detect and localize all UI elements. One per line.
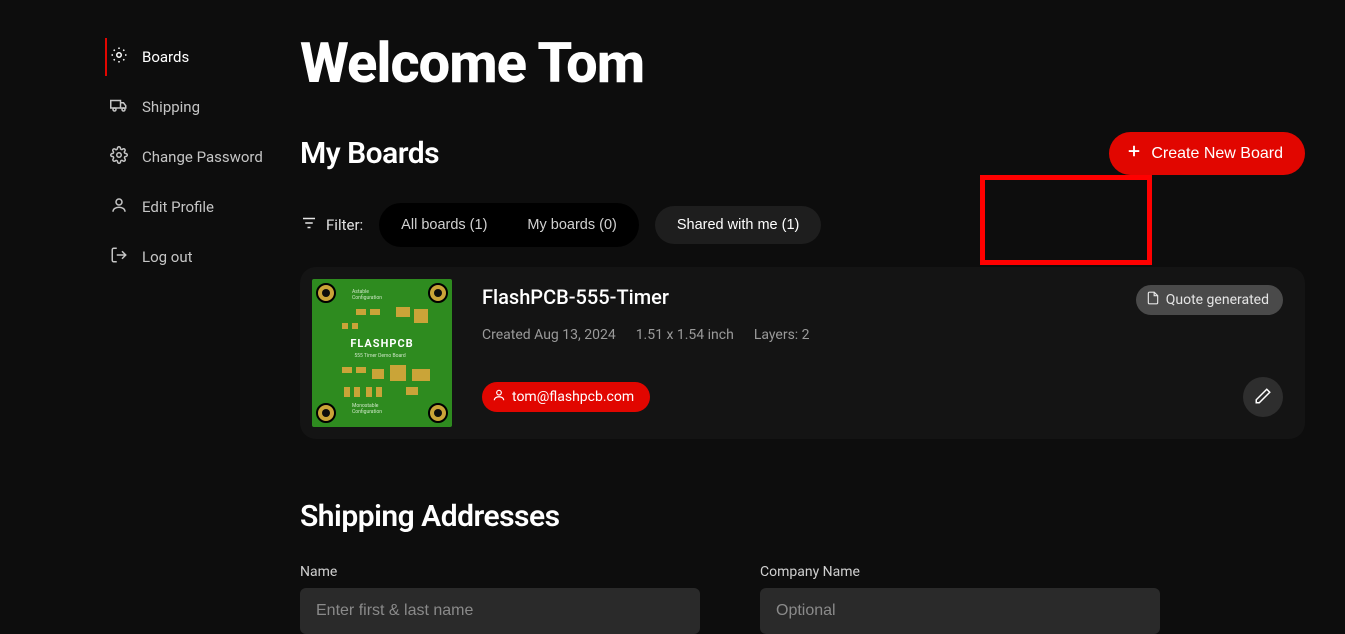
owner-chip[interactable]: tom@flashpcb.com (482, 382, 650, 412)
board-layers: Layers: 2 (754, 327, 810, 343)
svg-text:FLASHPCB: FLASHPCB (350, 337, 413, 350)
svg-text:Configuration: Configuration (352, 294, 382, 301)
create-button-label: Create New Board (1151, 145, 1283, 163)
sidebar-item-shipping[interactable]: Shipping (80, 82, 280, 132)
sidebar-item-edit-profile[interactable]: Edit Profile (80, 182, 280, 232)
filter-pill-group: All boards (1) My boards (0) (379, 203, 639, 247)
truck-icon (110, 96, 128, 118)
name-input[interactable] (300, 588, 700, 634)
sidebar-item-label: Change Password (142, 148, 263, 166)
svg-text:Configuration: Configuration (352, 408, 382, 415)
sidebar-item-label: Edit Profile (142, 198, 214, 216)
person-icon (492, 388, 506, 406)
create-board-button[interactable]: Create New Board (1109, 132, 1305, 175)
filter-icon (300, 214, 318, 236)
gear-icon (110, 146, 128, 168)
board-dimensions: 1.51 x 1.54 inch (636, 327, 734, 343)
shipping-heading: Shipping Addresses (300, 499, 1305, 534)
tab-my-boards[interactable]: My boards (0) (509, 207, 634, 243)
logout-icon (110, 246, 128, 268)
board-name: FlashPCB-555-Timer (482, 285, 669, 309)
my-boards-heading: My Boards (300, 136, 439, 171)
board-thumbnail: FLASHPCB 555 Timer Demo Board Astable Co… (312, 279, 452, 427)
created-date: Created Aug 13, 2024 (482, 327, 616, 343)
company-input[interactable] (760, 588, 1160, 634)
sidebar-item-label: Boards (142, 48, 189, 66)
board-card[interactable]: FLASHPCB 555 Timer Demo Board Astable Co… (300, 267, 1305, 439)
sidebar-item-logout[interactable]: Log out (80, 232, 280, 282)
sidebar-item-label: Shipping (142, 98, 200, 116)
sidebar-item-label: Log out (142, 248, 193, 266)
plus-icon (1125, 142, 1143, 165)
boards-icon (110, 46, 128, 68)
welcome-heading: Welcome Tom (300, 30, 1305, 96)
sidebar-item-change-password[interactable]: Change Password (80, 132, 280, 182)
tab-shared-with-me[interactable]: Shared with me (1) (655, 206, 822, 244)
status-badge: Quote generated (1136, 285, 1283, 315)
pencil-icon (1254, 387, 1272, 408)
document-icon (1146, 291, 1160, 309)
tab-all-boards[interactable]: All boards (1) (383, 207, 505, 243)
sidebar: Boards Shipping Change Password Edit Pro… (0, 0, 300, 580)
svg-text:555 Timer Demo Board: 555 Timer Demo Board (354, 353, 405, 359)
main-content: Welcome Tom My Boards Create New Board F… (300, 0, 1345, 580)
sidebar-item-boards[interactable]: Boards (80, 32, 280, 82)
company-label: Company Name (760, 564, 1160, 580)
edit-button[interactable] (1243, 377, 1283, 417)
filter-label: Filter: (300, 214, 363, 236)
name-label: Name (300, 564, 700, 580)
person-icon (110, 196, 128, 218)
